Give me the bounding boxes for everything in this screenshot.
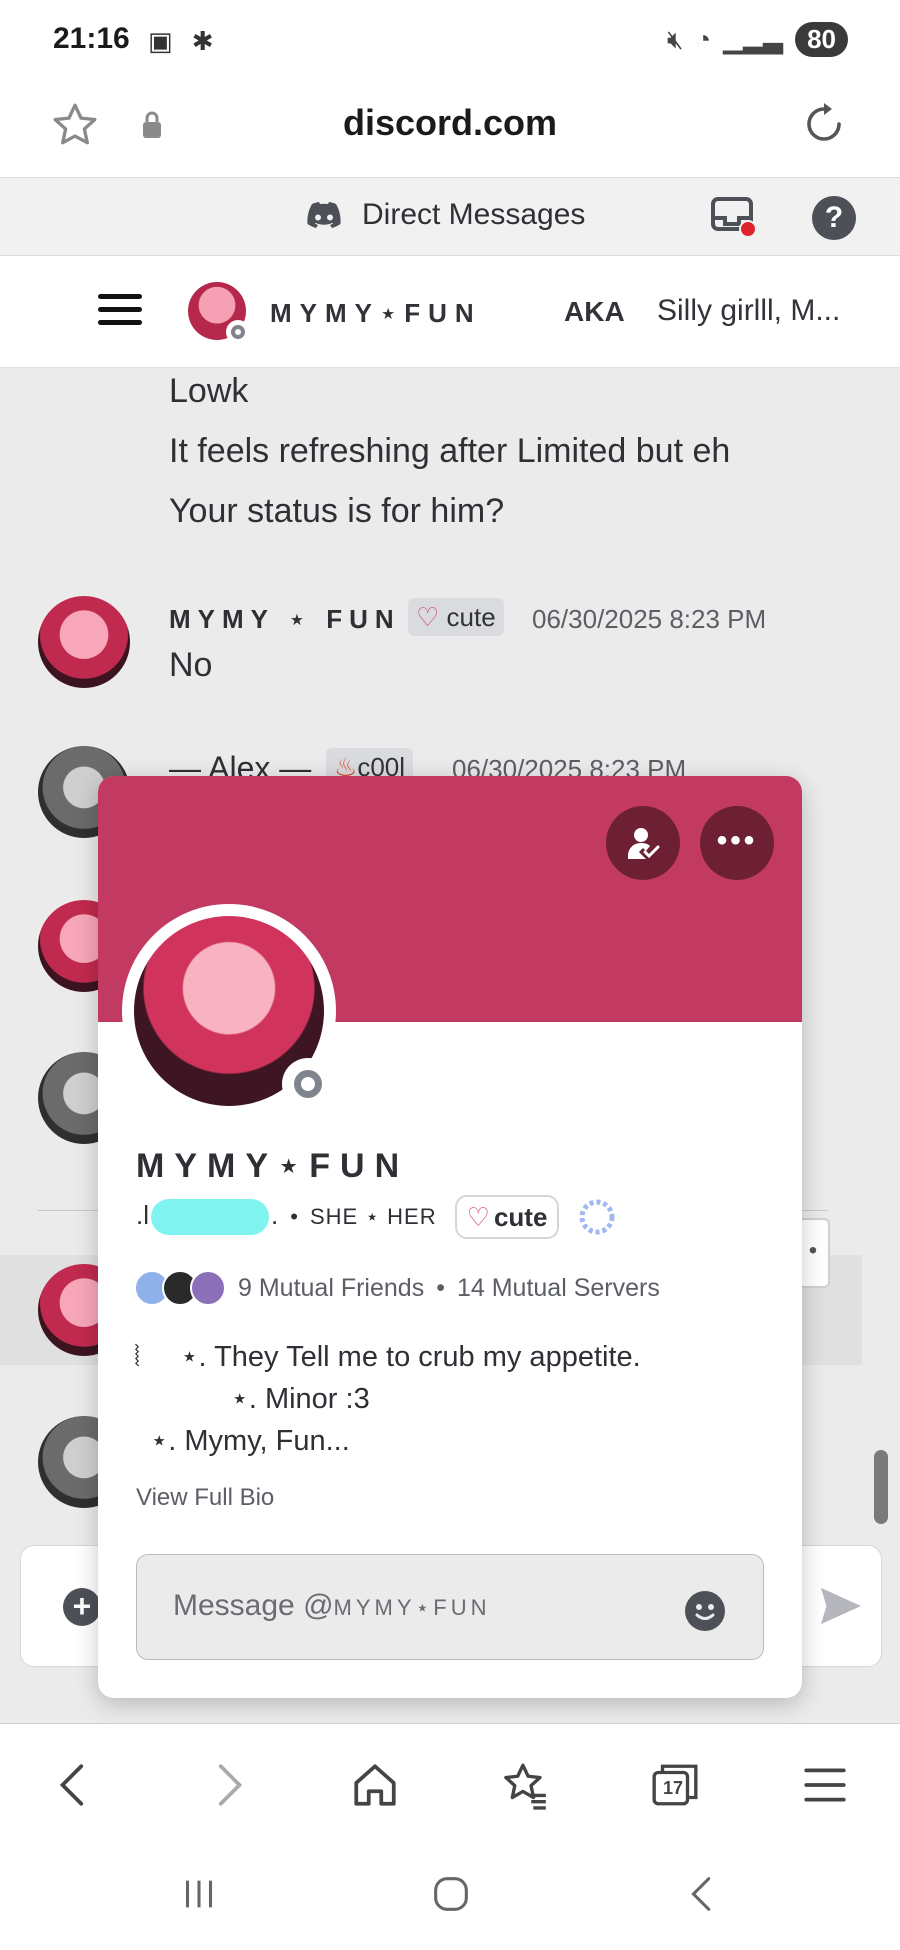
message-author[interactable]: MYMY ⋆ FUN [169, 604, 401, 635]
message-placeholder: Message @MYMY⋆FUN [173, 1589, 491, 1623]
offline-status-icon [226, 320, 250, 344]
battery-indicator: 80 [795, 22, 848, 57]
back-button[interactable] [50, 1760, 100, 1810]
hamburger-menu-icon[interactable] [98, 294, 142, 328]
home-button[interactable] [350, 1760, 400, 1810]
heart-icon: ♡ [416, 602, 440, 632]
discord-logo-icon [307, 202, 341, 228]
separator-dot: • [290, 1204, 298, 1229]
mutual-servers[interactable]: 14 Mutual Servers [457, 1274, 660, 1303]
badge-laurel-icon[interactable] [577, 1197, 617, 1237]
menu-icon [804, 1768, 846, 1802]
redaction-mark [151, 1199, 269, 1235]
direct-messages-title: Direct Messages [362, 198, 586, 231]
status-right-icons: 🔇︎ ◔ ▁▂▃ 80 [667, 22, 848, 57]
wifi-icon: ◔ [695, 24, 712, 54]
bio-line: ⋆. Minor :3 [134, 1383, 370, 1415]
role-tag: ♡ cute [408, 598, 504, 636]
recent-apps-icon [185, 1880, 213, 1908]
home-system-button[interactable] [428, 1871, 474, 1917]
menu-button[interactable] [800, 1760, 850, 1810]
mutual-avatar [190, 1270, 226, 1306]
tag-label: cute [493, 1202, 548, 1232]
status-notification-icons: ▣ ✱ [148, 26, 220, 56]
url-text[interactable]: discord.com [0, 102, 900, 144]
system-navigation-bar [0, 1843, 900, 1950]
message-line: Your status is for him? [169, 492, 505, 530]
inbox-icon[interactable] [710, 196, 758, 238]
browser-bottom-nav: 17 [0, 1723, 900, 1843]
status-bar: 21:16 ▣ ✱ 🔇︎ ◔ ▁▂▃ 80 [0, 0, 900, 82]
emoji-icon[interactable] [685, 1591, 725, 1631]
help-icon[interactable]: ? [812, 196, 856, 240]
message-timestamp: 06/30/2025 8:23 PM [532, 604, 767, 634]
aka-label: AKA [564, 296, 625, 327]
mutual-friends[interactable]: 9 Mutual Friends [238, 1274, 424, 1303]
message-line: Lowk [169, 372, 249, 410]
direct-messages-bar: Direct Messages ? [0, 178, 900, 256]
tabs-button[interactable]: 17 [650, 1760, 700, 1810]
tabs-count: 17 [662, 1778, 684, 1798]
forward-arrow-icon [218, 1764, 243, 1806]
bio-line: ⦚ ⋆. They Tell me to crub my appetite. [134, 1341, 641, 1373]
placeholder-prefix: Message @ [173, 1589, 334, 1622]
username-suffix: . [271, 1199, 279, 1230]
bookmark-list-icon [504, 1763, 546, 1810]
heart-icon: ♡ [466, 1202, 490, 1232]
mute-icon: 🔇︎ [666, 23, 684, 54]
aka-value: Silly girlll, M... [657, 294, 841, 327]
back-arrow-icon [59, 1764, 84, 1806]
profile-username[interactable]: .l. [136, 1199, 278, 1235]
username-prefix: .l [136, 1199, 149, 1230]
offline-status-icon [282, 1058, 334, 1110]
profile-pronouns: SHE ⋆ HER [309, 1204, 437, 1229]
bookmarks-button[interactable] [500, 1760, 550, 1810]
add-friend-button[interactable] [606, 806, 680, 880]
profile-message-input[interactable]: Message @MYMY⋆FUN [136, 1554, 764, 1660]
profile-role-tag[interactable]: ♡ cute [454, 1195, 560, 1239]
home-icon [354, 1764, 396, 1806]
chat-scrollbar[interactable] [874, 1450, 888, 1524]
add-attachment-icon[interactable]: + [63, 1588, 101, 1626]
recent-apps-button[interactable] [176, 1871, 222, 1917]
system-back-icon [691, 1877, 711, 1911]
profile-display-name: MYMY⋆FUN [136, 1147, 410, 1185]
placeholder-name: MYMY⋆FUN [333, 1595, 491, 1620]
reload-icon[interactable] [800, 100, 848, 148]
system-back-button[interactable] [680, 1871, 726, 1917]
profile-popup[interactable]: ••• MYMY⋆FUN .l. • SHE ⋆ HER ♡ cute 9 Mut… [98, 776, 802, 1698]
mutuals-row[interactable]: 9 Mutual Friends • 14 Mutual Servers [134, 1266, 660, 1310]
tag-label: cute [446, 602, 496, 632]
signal-icon: ▁▂▃ [723, 24, 784, 54]
send-icon[interactable] [819, 1586, 863, 1626]
header-username[interactable]: MYMY⋆FUN [270, 298, 482, 329]
profile-username-row: .l. • SHE ⋆ HER ♡ cute [136, 1194, 617, 1240]
forward-button[interactable] [202, 1760, 252, 1810]
status-time: 21:16 [53, 22, 130, 55]
channel-header: MYMY⋆FUN AKA Silly girlll, M... [0, 256, 900, 368]
profile-bio: ⦚ ⋆. They Tell me to crub my appetite. ⋆… [134, 1336, 641, 1462]
home-circle-icon [434, 1877, 468, 1911]
view-full-bio-link[interactable]: View Full Bio [136, 1484, 274, 1512]
friend-check-icon [628, 828, 660, 859]
profile-avatar[interactable] [122, 904, 336, 1118]
more-icon: ••• [716, 824, 758, 857]
separator-dot: • [436, 1273, 445, 1302]
more-options-button[interactable]: ••• [700, 806, 774, 880]
message-avatar[interactable] [38, 596, 130, 688]
message-line: It feels refreshing after Limited but eh [169, 432, 731, 470]
bio-line: ⋆. Mymy, Fun... [134, 1425, 350, 1457]
browser-url-bar: discord.com [0, 82, 900, 178]
message-text: No [169, 646, 213, 684]
